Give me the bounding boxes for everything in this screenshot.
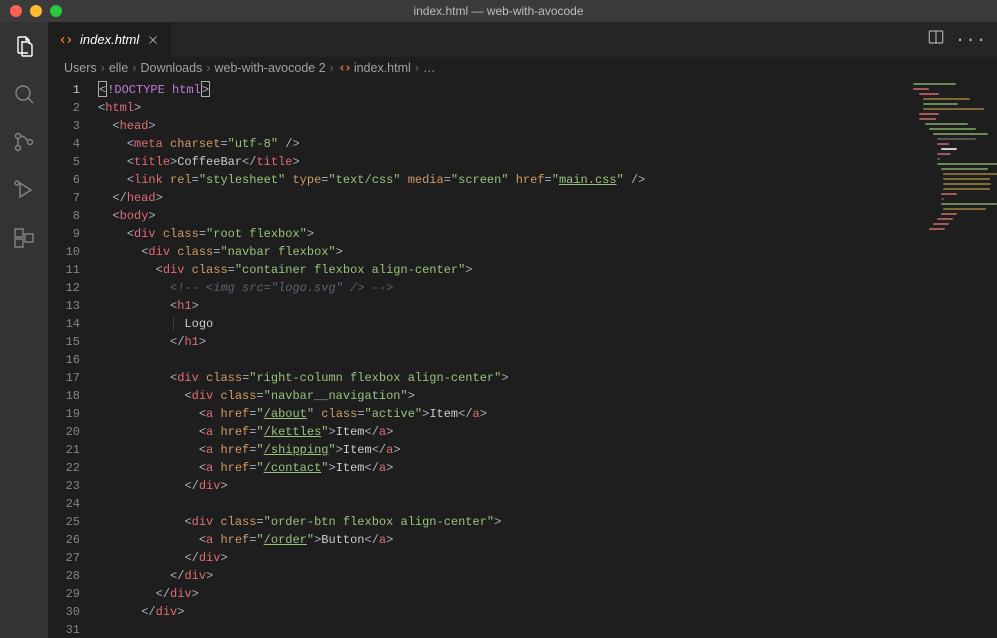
crumb-project[interactable]: web-with-avocode 2 <box>214 61 325 75</box>
crumb-tail[interactable]: … <box>423 61 436 75</box>
close-window-button[interactable] <box>10 5 22 17</box>
window-title: index.html — web-with-avocode <box>0 4 997 18</box>
traffic-lights <box>10 5 62 17</box>
tab-index-html[interactable]: index.html <box>48 22 172 57</box>
crumb-users[interactable]: Users <box>64 61 97 75</box>
activity-bar <box>0 22 48 638</box>
html-file-icon <box>338 61 352 75</box>
line-number-gutter: 1234567891011121314151617181920212223242… <box>48 79 98 638</box>
extensions-activity-icon[interactable] <box>10 224 38 252</box>
breadcrumb: Users› elle› Downloads› web-with-avocode… <box>48 57 997 79</box>
crumb-elle[interactable]: elle <box>109 61 128 75</box>
explorer-activity-icon[interactable] <box>10 32 38 60</box>
minimap[interactable] <box>907 79 997 638</box>
crumb-file[interactable]: index.html <box>338 61 411 76</box>
more-actions-icon[interactable]: ··· <box>955 31 987 49</box>
split-editor-icon[interactable] <box>927 28 945 51</box>
source-control-activity-icon[interactable] <box>10 128 38 156</box>
editor-group: index.html ··· Users› elle› Downloads› <box>48 22 997 638</box>
code-area[interactable]: <!DOCTYPE html><html> <head> <meta chars… <box>98 79 907 638</box>
minimize-window-button[interactable] <box>30 5 42 17</box>
crumb-downloads[interactable]: Downloads <box>140 61 202 75</box>
vscode-window: index.html — web-with-avocode <box>0 0 997 638</box>
tab-close-icon[interactable] <box>145 32 161 48</box>
zoom-window-button[interactable] <box>50 5 62 17</box>
html-file-icon <box>58 32 74 48</box>
tab-label: index.html <box>80 32 139 47</box>
debug-activity-icon[interactable] <box>10 176 38 204</box>
window-titlebar: index.html — web-with-avocode <box>0 0 997 22</box>
tabbar: index.html ··· <box>48 22 997 57</box>
editor[interactable]: 1234567891011121314151617181920212223242… <box>48 79 997 638</box>
search-activity-icon[interactable] <box>10 80 38 108</box>
